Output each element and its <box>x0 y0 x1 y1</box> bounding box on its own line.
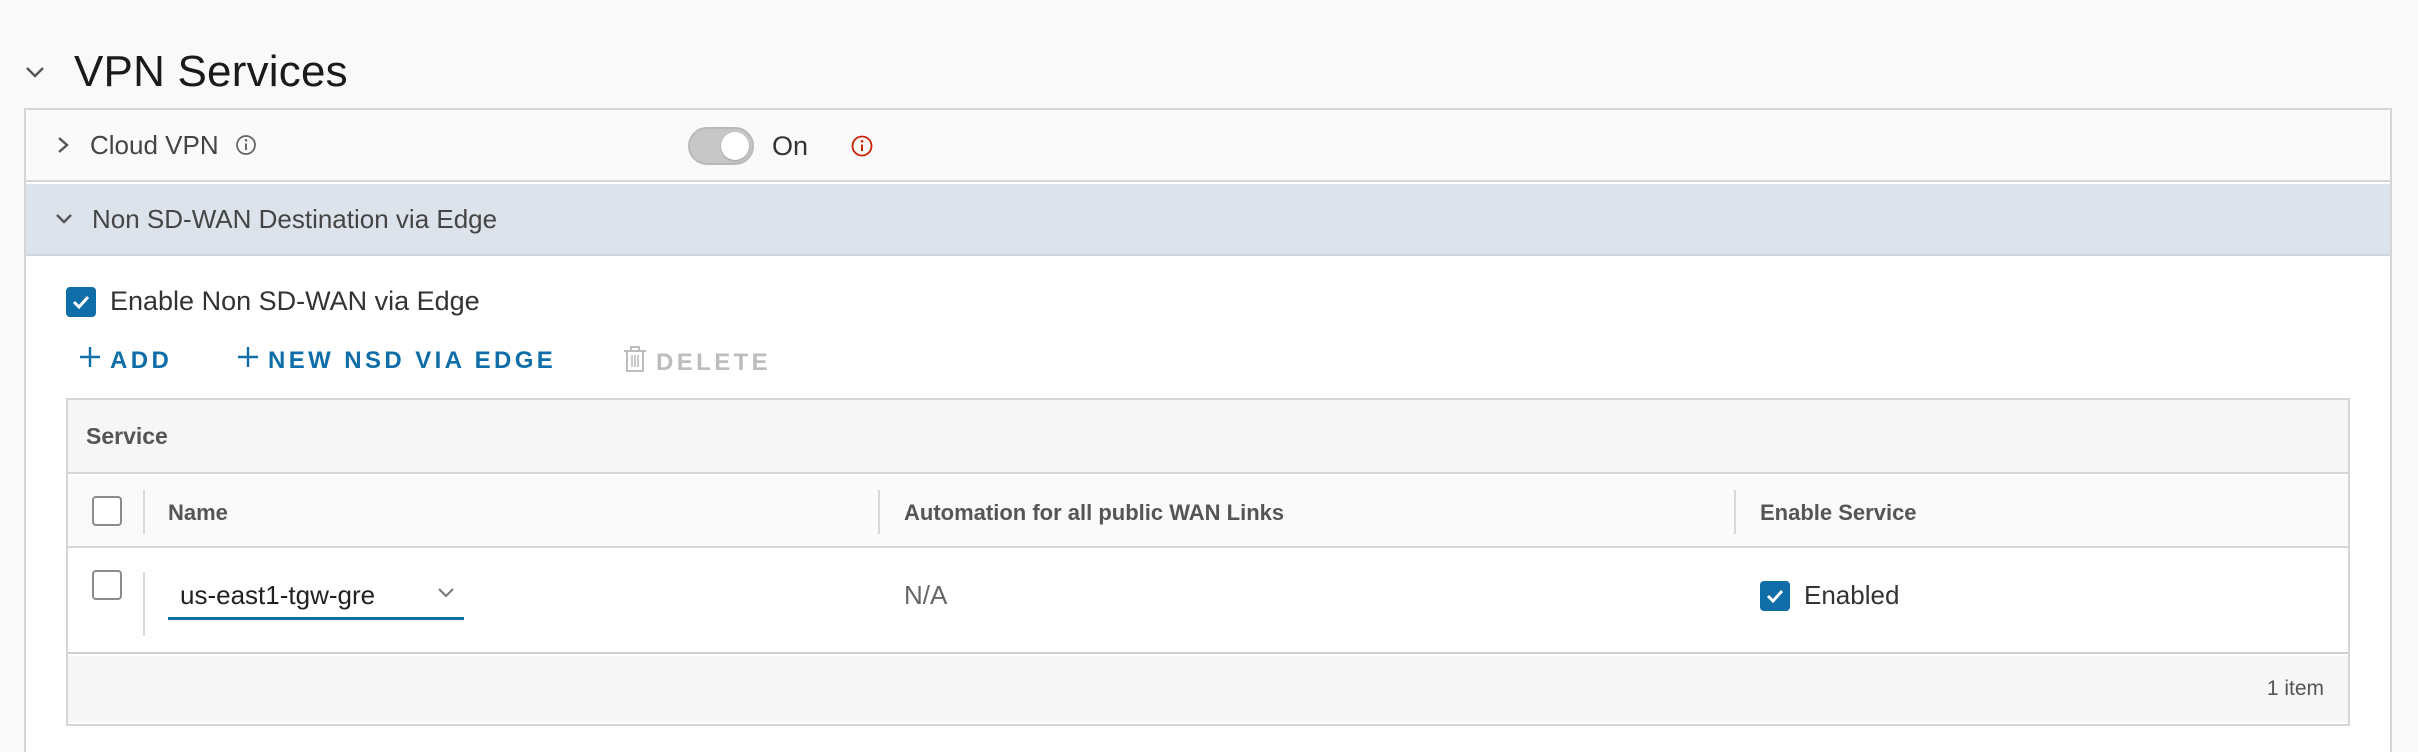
grid-header-row: Name Automation for all public WAN Links… <box>68 476 2348 548</box>
enable-nsd-checkbox[interactable] <box>66 286 96 317</box>
enable-service-checkbox[interactable] <box>1760 580 1790 611</box>
vpn-services-header[interactable]: VPN Services <box>24 40 348 104</box>
nsd-via-edge-row[interactable]: Non SD-WAN Destination via Edge <box>26 184 2390 256</box>
service-name-value: us-east1-tgw-gre <box>180 580 376 610</box>
automation-value: N/A <box>904 580 948 610</box>
chevron-down-icon[interactable] <box>24 61 46 83</box>
add-button-label: ADD <box>110 346 173 374</box>
toggle-knob <box>721 132 749 160</box>
column-header-automation[interactable]: Automation for all public WAN Links <box>904 500 1284 526</box>
chevron-right-icon[interactable] <box>54 134 72 156</box>
item-count: 1 item <box>2266 677 2324 700</box>
delete-button-label: DELETE <box>656 348 772 376</box>
enable-nsd-label: Enable Non SD-WAN via Edge <box>110 286 480 316</box>
grid-title: Service <box>68 400 2348 474</box>
row-separator <box>143 572 145 636</box>
service-name-select[interactable]: us-east1-tgw-gre <box>168 574 464 620</box>
cloud-vpn-label: Cloud VPN <box>90 129 219 160</box>
trash-icon <box>622 345 648 380</box>
info-icon[interactable] <box>235 134 257 156</box>
new-nsd-button-label: NEW NSD VIA EDGE <box>268 346 557 374</box>
chevron-down-icon[interactable] <box>54 210 74 228</box>
add-button[interactable]: ADD <box>78 345 172 376</box>
column-header-name[interactable]: Name <box>168 500 228 526</box>
toggle-state-label: On <box>772 131 809 161</box>
column-separator <box>143 490 145 534</box>
enable-nsd-checkbox-row[interactable]: Enable Non SD-WAN via Edge <box>66 286 480 317</box>
plus-icon <box>236 345 260 376</box>
column-separator <box>878 490 880 534</box>
grid-footer: 1 item <box>68 656 2348 722</box>
column-separator <box>1734 490 1736 534</box>
delete-button[interactable]: DELETE <box>622 345 771 380</box>
enable-service-label: Enabled <box>1804 580 1900 610</box>
warning-info-icon[interactable] <box>850 134 874 158</box>
row-select-checkbox[interactable] <box>92 570 122 600</box>
cloud-vpn-row[interactable]: Cloud VPN <box>26 110 2390 182</box>
page-title: VPN Services <box>74 47 348 96</box>
enable-service-checkbox-row[interactable]: Enabled <box>1760 580 1899 611</box>
nsd-via-edge-label: Non SD-WAN Destination via Edge <box>92 203 498 234</box>
column-header-enable-service[interactable]: Enable Service <box>1760 500 1917 526</box>
new-nsd-via-edge-button[interactable]: NEW NSD VIA EDGE <box>236 345 556 376</box>
select-all-checkbox[interactable] <box>92 496 122 526</box>
cloud-vpn-toggle[interactable] <box>688 127 754 165</box>
chevron-down-icon <box>436 586 456 605</box>
plus-icon <box>78 345 102 376</box>
